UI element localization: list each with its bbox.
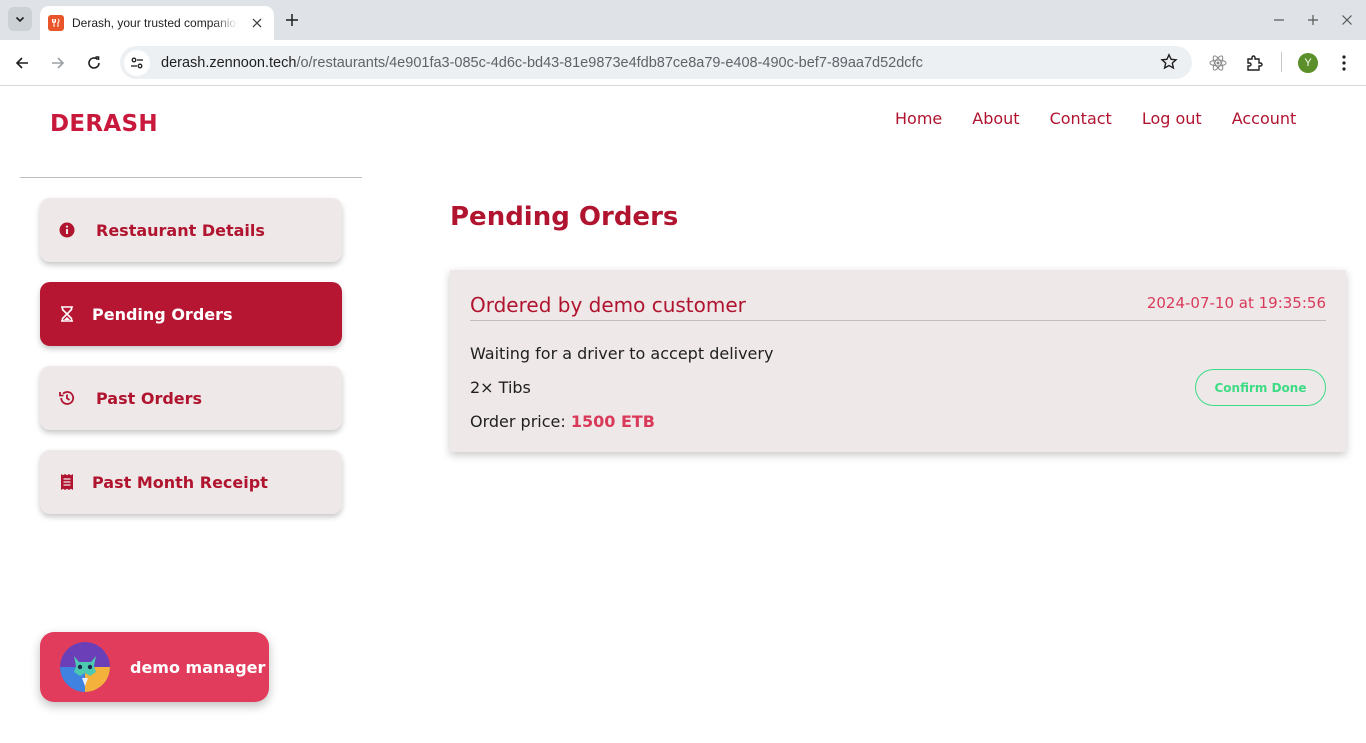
sidebar-item-label: Pending Orders: [92, 304, 233, 324]
toolbar-separator: [1281, 52, 1282, 72]
browser-toolbar: derash.zennoon.tech/o/restaurants/4e901f…: [0, 40, 1366, 86]
user-profile-chip[interactable]: demo manager: [40, 632, 269, 702]
info-circle-icon: [58, 221, 76, 239]
browser-tabstrip: Derash, your trusted companion: [0, 0, 1366, 40]
chevron-down-icon: [15, 16, 25, 23]
sidebar-item-label: Restaurant Details: [96, 220, 265, 240]
minimize-icon[interactable]: [1270, 11, 1288, 29]
forward-arrow-icon[interactable]: [46, 51, 70, 75]
brand-logo-text[interactable]: DERASH: [50, 111, 158, 137]
page-title: Pending Orders: [450, 202, 679, 232]
order-status: Waiting for a driver to accept delivery: [470, 344, 774, 363]
back-arrow-icon[interactable]: [10, 51, 34, 75]
order-price-label: Order price:: [470, 412, 571, 431]
order-items: 2× Tibs: [470, 378, 531, 397]
url-host: derash.zennoon.tech: [161, 54, 297, 71]
browser-tab[interactable]: Derash, your trusted companion: [40, 6, 274, 40]
sidebar-item-past-month-receipt[interactable]: Past Month Receipt: [40, 450, 342, 514]
order-price-value: 1500 ETB: [570, 412, 655, 431]
user-name: demo manager: [130, 657, 266, 677]
window-close-icon[interactable]: [1338, 11, 1356, 29]
nav-account-link[interactable]: Account: [1232, 109, 1297, 128]
address-bar[interactable]: derash.zennoon.tech/o/restaurants/4e901f…: [120, 46, 1192, 79]
order-timestamp: 2024-07-10 at 19:35:56: [1146, 294, 1326, 312]
browser-menu-icon[interactable]: [1333, 52, 1355, 74]
react-devtools-icon[interactable]: [1207, 52, 1229, 74]
maximize-icon[interactable]: [1304, 11, 1322, 29]
order-customer: Ordered by demo customer: [470, 293, 746, 317]
history-icon: [58, 389, 76, 407]
nav-about-link[interactable]: About: [972, 109, 1019, 128]
bookmark-star-icon[interactable]: [1160, 53, 1178, 71]
sidebar-item-label: Past Orders: [96, 388, 203, 408]
tab-title: Derash, your trusted companion: [72, 16, 238, 30]
sidebar-item-label: Past Month Receipt: [92, 472, 268, 492]
derash-favicon-icon: [48, 15, 64, 31]
order-card: Ordered by demo customer 2024-07-10 at 1…: [450, 270, 1346, 452]
profile-avatar[interactable]: Y: [1298, 53, 1318, 73]
sidebar-divider: [20, 177, 362, 178]
avatar-icon: [60, 642, 110, 692]
tab-search-button[interactable]: [8, 7, 32, 31]
new-tab-plus-icon[interactable]: [282, 10, 302, 30]
reload-icon[interactable]: [82, 51, 106, 75]
order-card-divider: [470, 320, 1326, 321]
order-price-row: Order price: 1500 ETB: [470, 412, 655, 431]
sidebar-item-past-orders[interactable]: Past Orders: [40, 366, 342, 430]
nav-contact-link[interactable]: Contact: [1050, 109, 1112, 128]
hourglass-icon: [58, 305, 76, 323]
site-info-icon[interactable]: [124, 49, 150, 76]
sidebar-item-restaurant-details[interactable]: Restaurant Details: [40, 198, 342, 262]
extensions-puzzle-icon[interactable]: [1243, 52, 1265, 74]
tab-close-icon[interactable]: [248, 14, 266, 32]
sidebar-item-pending-orders[interactable]: Pending Orders: [40, 282, 342, 346]
url-path: /o/restaurants/4e901fa3-085c-4d6c-bd43-8…: [296, 54, 923, 71]
confirm-done-button[interactable]: Confirm Done: [1195, 369, 1326, 406]
top-nav: Home About Contact Log out Account: [895, 109, 1326, 128]
receipt-icon: [58, 473, 76, 491]
nav-logout-link[interactable]: Log out: [1142, 109, 1202, 128]
url-text: derash.zennoon.tech/o/restaurants/4e901f…: [161, 55, 923, 71]
nav-home-link[interactable]: Home: [895, 109, 942, 128]
